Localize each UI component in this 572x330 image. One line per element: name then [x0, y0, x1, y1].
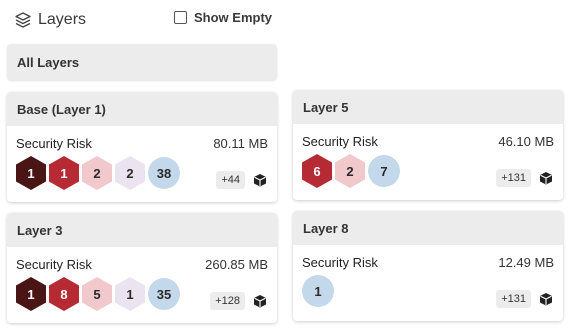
security-risk-label: Security Risk — [16, 257, 92, 272]
layer-size: 260.85 MB — [205, 257, 268, 272]
high-count-badge[interactable]: 8 — [49, 277, 79, 311]
layer-name: Layer 5 — [293, 90, 563, 124]
risk-badges: 1 8 5 1 35 — [16, 277, 180, 311]
security-risk-label: Security Risk — [16, 136, 92, 151]
show-empty-checkbox[interactable] — [174, 11, 187, 24]
risk-badges: 627 — [302, 154, 400, 188]
medium-count-badge[interactable]: 5 — [82, 277, 112, 311]
security-risk-label: Security Risk — [302, 255, 378, 270]
layer-card[interactable]: Layer 8 Security Risk 12.49 MB 1 +131 — [293, 211, 563, 321]
package-icon[interactable] — [539, 171, 553, 185]
layer-name: Layer 8 — [293, 211, 563, 245]
page-title: Layers — [38, 11, 87, 28]
critical-count-badge[interactable]: 1 — [16, 277, 46, 311]
layer-name: Layer 3 — [7, 213, 277, 247]
low-count-badge[interactable]: 2 — [115, 156, 145, 190]
negligible-count-badge[interactable]: 38 — [148, 157, 180, 189]
medium-count-badge[interactable]: 2 — [335, 154, 365, 188]
layer-card[interactable]: Base (Layer 1) Security Risk 80.11 MB 11… — [7, 92, 277, 202]
high-count-badge[interactable]: 6 — [302, 154, 332, 188]
package-icon[interactable] — [253, 294, 267, 308]
package-icon[interactable] — [253, 173, 267, 187]
negligible-count-badge[interactable]: 1 — [302, 275, 334, 307]
more-count-badge[interactable]: +128 — [210, 292, 245, 310]
critical-count-badge[interactable]: 1 — [16, 156, 46, 190]
risk-badges: 1 1 2 2 38 — [16, 156, 180, 190]
risk-badges: 1 — [302, 275, 334, 307]
low-count-badge[interactable]: 1 — [115, 277, 145, 311]
layer-card[interactable]: Layer 5 Security Risk 46.10 MB 627 +131 — [293, 90, 563, 200]
layer-card[interactable]: Layer 3 Security Risk 260.85 MB 1 8 5 1 35 +… — [7, 213, 277, 323]
negligible-count-badge[interactable]: 35 — [148, 278, 180, 310]
layer-size: 12.49 MB — [498, 255, 554, 270]
more-count-badge[interactable]: +44 — [216, 171, 245, 189]
more-count-badge[interactable]: +131 — [496, 290, 531, 308]
medium-count-badge[interactable]: 2 — [82, 156, 112, 190]
security-risk-label: Security Risk — [302, 134, 378, 149]
high-count-badge[interactable]: 1 — [49, 156, 79, 190]
all-layers-button[interactable]: All Layers — [7, 44, 277, 80]
layers-icon — [15, 12, 31, 28]
layer-size: 46.10 MB — [498, 134, 554, 149]
layer-name: Base (Layer 1) — [7, 92, 277, 126]
show-empty-toggle[interactable]: Show Empty — [174, 10, 272, 25]
negligible-count-badge[interactable]: 7 — [368, 155, 400, 187]
more-count-badge[interactable]: +131 — [496, 169, 531, 187]
layer-size: 80.11 MB — [213, 136, 268, 151]
layers-header: Layers — [14, 8, 86, 32]
show-empty-label: Show Empty — [194, 10, 273, 25]
package-icon[interactable] — [539, 292, 553, 306]
